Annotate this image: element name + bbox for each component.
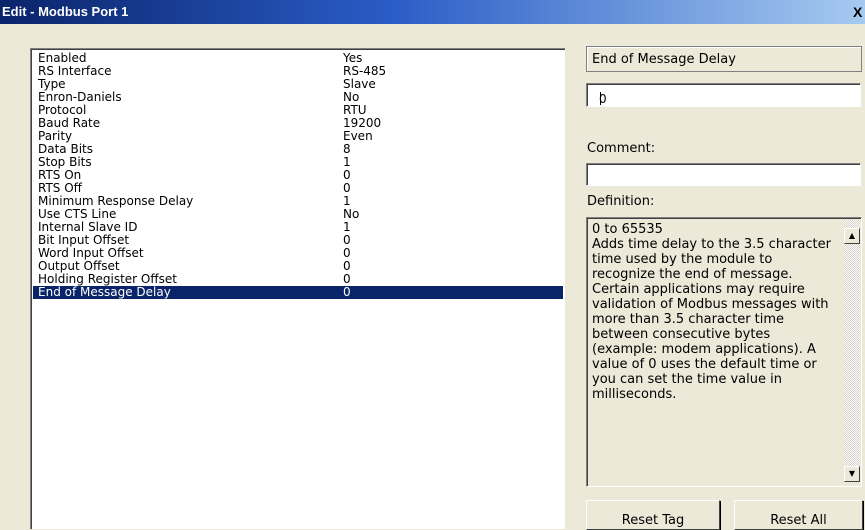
parameter-name: End of Message Delay [38, 285, 171, 299]
comment-input[interactable] [586, 163, 861, 186]
parameter-row[interactable]: Protocol RTU [33, 104, 563, 117]
parameter-row[interactable]: RTS On 0 [33, 169, 563, 182]
parameter-row[interactable]: Data Bits 8 [33, 143, 563, 156]
window-title: Edit - Modbus Port 1 [2, 4, 129, 19]
parameter-row[interactable]: Stop Bits 1 [33, 156, 563, 169]
text-caret [600, 92, 601, 105]
parameter-row[interactable]: Baud Rate 19200 [33, 117, 563, 130]
title-bar[interactable]: Edit - Modbus Port 1 X [0, 0, 865, 24]
definition-box: 0 to 65535 Adds time delay to the 3.5 ch… [586, 217, 862, 487]
scroll-down-icon[interactable]: ▼ [844, 466, 860, 482]
selected-parameter-name: End of Message Delay [586, 46, 862, 72]
parameter-row[interactable]: Enron-Daniels No [33, 91, 563, 104]
parameter-row[interactable]: Parity Even [33, 130, 563, 143]
scroll-up-icon[interactable]: ▲ [844, 228, 860, 244]
reset-tag-button[interactable]: Reset Tag [586, 500, 720, 530]
close-icon[interactable]: X [853, 2, 865, 22]
parameter-row[interactable]: End of Message Delay 0 [33, 286, 563, 299]
parameter-row[interactable]: RS Interface RS-485 [33, 65, 563, 78]
value-input[interactable]: 0 [586, 83, 861, 107]
definition-text: 0 to 65535 Adds time delay to the 3.5 ch… [592, 222, 831, 402]
comment-label: Comment: [587, 141, 656, 156]
parameter-row[interactable]: Enabled Yes [33, 52, 563, 65]
parameter-list[interactable]: Enabled Yes RS Interface RS-485 Type Slave Enr… [30, 48, 565, 529]
reset-all-button[interactable]: Reset All [734, 500, 863, 530]
parameter-value: 0 [343, 285, 351, 299]
definition-label: Definition: [587, 194, 655, 209]
definition-scrollbar[interactable]: ▲ ▼ [844, 220, 860, 483]
